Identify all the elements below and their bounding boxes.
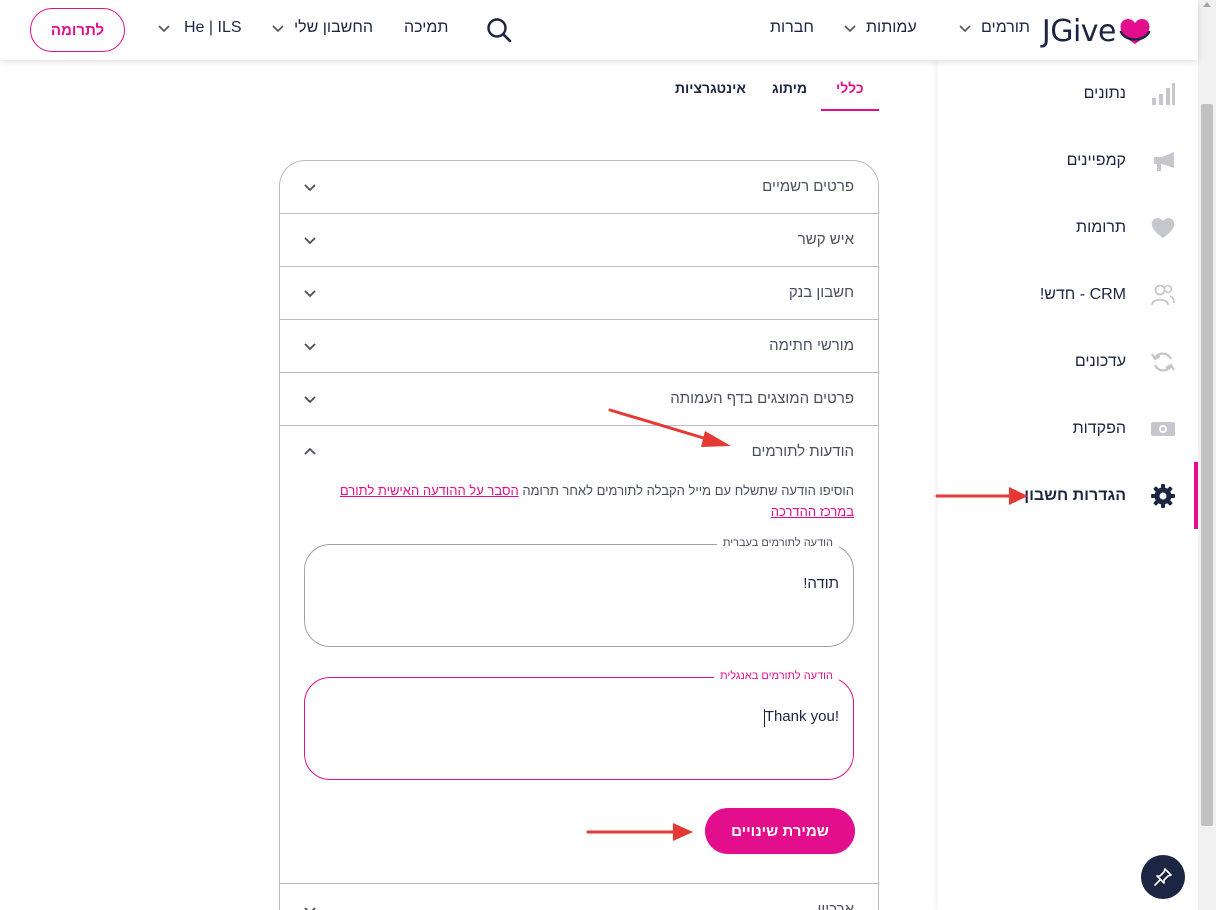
sidebar-item-label: קמפיינים [1066, 151, 1126, 169]
megaphone-icon [1148, 146, 1178, 176]
nav-my-account-label: החשבון שלי [294, 19, 373, 36]
tab-branding[interactable]: מיתוג [772, 80, 807, 96]
chevron-up-icon[interactable] [302, 444, 318, 460]
accordion-section-title: חשבון בנק [788, 284, 854, 301]
pin-icon [1154, 868, 1172, 886]
chevron-down-icon [304, 290, 316, 298]
tab-active-underline [821, 109, 879, 111]
chevron-down-icon [304, 184, 316, 192]
tab-general[interactable]: כללי [836, 80, 864, 96]
annotation-arrow-icon [608, 408, 731, 447]
nav-nonprofits[interactable]: עמותות [842, 19, 917, 37]
chevron-down-icon [844, 25, 856, 33]
sidebar-item-label: תרומות [1076, 218, 1126, 236]
chevron-down-icon [959, 25, 971, 33]
accordion-section-title: פרטים רשמיים [762, 178, 854, 195]
nav-donors[interactable]: תורמים [957, 19, 1030, 37]
save-changes-button[interactable]: שמירת שינויים [705, 808, 855, 854]
accordion-section-title: איש קשר [797, 231, 854, 248]
tab-integrations[interactable]: אינטגרציות [675, 80, 746, 96]
accordion-section-title: ארכיון [817, 901, 854, 910]
search-icon[interactable] [485, 16, 513, 44]
english-message-field[interactable]: הודעה לתורמים באנגלית Thank you! [304, 670, 854, 780]
accordion-section-official-details[interactable]: פרטים רשמיים [280, 161, 878, 214]
jgive-logo[interactable]: JGive [1041, 13, 1152, 49]
nav-donors-label: תורמים [981, 19, 1030, 36]
sidebar-item-updates[interactable]: עדכונים [938, 328, 1198, 395]
pin-button[interactable] [1141, 855, 1185, 899]
nav-companies[interactable]: חברות [770, 19, 814, 37]
sidebar-item-crm[interactable]: CRM - חדש! [938, 261, 1198, 328]
chevron-down-icon [304, 396, 316, 404]
accordion-section-title: מורשי חתימה [769, 337, 854, 354]
sidebar-item-label: הגדרות חשבון [1024, 486, 1126, 504]
annotation-arrow-icon [935, 487, 1028, 505]
gear-icon [1148, 481, 1178, 511]
sidebar-item-label: נתונים [1083, 84, 1126, 102]
accordion-section-donor-messages: הודעות לתורמים הוסיפו הודעה שתשלח עם מיי… [280, 426, 878, 884]
heart-icon [1148, 213, 1178, 243]
donor-message-help-text: הוסיפו הודעה שתשלח עם מייל הקבלה לתורמים… [324, 480, 854, 522]
bar-chart-icon [1148, 79, 1178, 109]
hebrew-message-label: הודעה לתורמים בעברית [716, 537, 839, 549]
hebrew-message-value: תודה! [803, 575, 839, 592]
scroll-up-arrow-icon[interactable] [1203, 2, 1211, 7]
help-text: הוסיפו הודעה שתשלח עם מייל הקבלה לתורמים… [518, 483, 854, 498]
language-currency-label: He | ILS [184, 19, 242, 36]
nav-nonprofits-label: עמותות [866, 19, 917, 36]
accordion-section-contact[interactable]: איש קשר [280, 214, 878, 267]
accordion-section-bank-account[interactable]: חשבון בנק [280, 267, 878, 320]
hebrew-message-field[interactable]: הודעה לתורמים בעברית תודה! [304, 537, 854, 647]
sidebar-item-deposits[interactable]: הפקדות [938, 395, 1198, 462]
refresh-icon [1148, 347, 1178, 377]
nav-companies-label: חברות [770, 19, 814, 36]
chevron-down-icon [158, 25, 170, 33]
cash-icon [1148, 414, 1178, 444]
nav-language-currency[interactable]: He | ILS [156, 19, 242, 37]
donate-button[interactable]: לתרומה [30, 8, 125, 52]
chevron-down-icon [304, 343, 316, 351]
logo-text: JGive [1041, 13, 1117, 49]
nav-support[interactable]: תמיכה [404, 19, 448, 37]
nav-support-label: תמיכה [404, 19, 449, 36]
accordion-section-archive[interactable]: ארכיון [280, 884, 878, 910]
sidebar-item-campaigns[interactable]: קמפיינים [938, 127, 1198, 194]
chevron-down-icon [304, 907, 316, 910]
english-message-value: Thank you! [764, 708, 839, 725]
page-scrollbar[interactable] [1198, 0, 1216, 910]
scroll-thumb[interactable] [1201, 104, 1213, 826]
logo-heart-icon [1119, 18, 1151, 44]
sidebar-item-donations[interactable]: תרומות [938, 194, 1198, 261]
accordion-section-signatories[interactable]: מורשי חתימה [280, 320, 878, 373]
sidebar-item-label: עדכונים [1074, 352, 1126, 370]
accordion-section-title[interactable]: הודעות לתורמים [752, 443, 854, 460]
english-message-label: הודעה לתורמים באנגלית [714, 670, 839, 682]
chevron-down-icon [304, 237, 316, 245]
annotation-arrow-icon [586, 823, 693, 841]
top-header: JGive תורמים עמותות חברות תמיכה החשבון ש… [0, 0, 1198, 60]
users-icon [1148, 280, 1178, 310]
sidebar-item-data[interactable]: נתונים [938, 60, 1198, 127]
settings-accordion: פרטים רשמיים איש קשר חשבון בנק מורשי חתי… [279, 160, 879, 910]
nav-my-account[interactable]: החשבון שלי [270, 19, 373, 37]
text-cursor [764, 709, 765, 727]
settings-tabs: כללי מיתוג אינטגרציות [660, 70, 890, 112]
sidebar-item-label: CRM - חדש! [1039, 285, 1126, 303]
page-root: JGive תורמים עמותות חברות תמיכה החשבון ש… [0, 0, 1216, 910]
sidebar-item-label: הפקדות [1072, 419, 1126, 437]
accordion-section-public-details[interactable]: פרטים המוצגים בדף העמותה [280, 373, 878, 426]
chevron-down-icon [272, 25, 284, 33]
